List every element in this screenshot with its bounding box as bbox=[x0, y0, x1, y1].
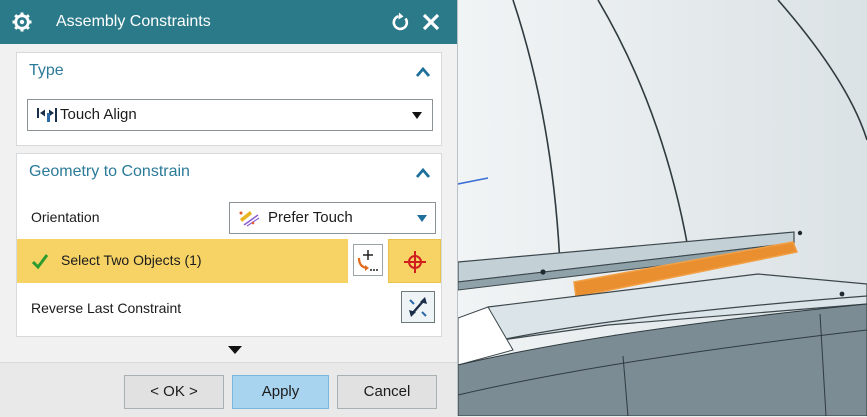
dialog-titlebar[interactable]: Assembly Constraints bbox=[0, 0, 457, 44]
select-objects-label: Select Two Objects (1) bbox=[61, 252, 202, 268]
check-icon bbox=[31, 254, 49, 269]
bolt-hole bbox=[839, 291, 845, 297]
type-selected-value: Touch Align bbox=[60, 106, 137, 123]
prefer-touch-icon bbox=[239, 211, 260, 227]
chevron-up-icon[interactable] bbox=[415, 65, 431, 79]
chevron-down-icon bbox=[417, 215, 427, 222]
dialog-title: Assembly Constraints bbox=[56, 13, 211, 30]
type-dropdown[interactable]: Touch Align bbox=[27, 99, 433, 131]
touch-align-icon bbox=[37, 108, 57, 122]
chevron-down-icon bbox=[412, 112, 422, 119]
geometry-group: Geometry to Constrain Orientation Prefer… bbox=[16, 153, 442, 337]
select-objects-row[interactable]: Select Two Objects (1) bbox=[17, 239, 441, 283]
add-object-button[interactable] bbox=[353, 244, 383, 276]
cancel-button[interactable]: Cancel bbox=[337, 375, 437, 409]
dialog-footer: < OK > Apply Cancel bbox=[0, 362, 457, 417]
reset-icon[interactable] bbox=[390, 11, 412, 33]
orientation-label: Orientation bbox=[31, 209, 100, 225]
reverse-constraint-button[interactable] bbox=[401, 291, 435, 323]
geometry-group-title: Geometry to Constrain bbox=[29, 163, 190, 180]
type-group-header[interactable]: Type bbox=[17, 53, 441, 91]
type-group-title: Type bbox=[29, 62, 64, 79]
add-object-icon bbox=[357, 250, 378, 271]
type-group: Type Touch Align bbox=[16, 52, 442, 146]
gear-icon bbox=[12, 12, 32, 32]
chevron-up-icon[interactable] bbox=[415, 166, 431, 180]
orientation-value: Prefer Touch bbox=[268, 209, 353, 226]
orientation-dropdown[interactable]: Prefer Touch bbox=[229, 202, 436, 234]
reverse-constraint-label: Reverse Last Constraint bbox=[31, 300, 182, 316]
reverse-constraint-row: Reverse Last Constraint bbox=[17, 291, 441, 327]
graphics-viewport[interactable] bbox=[458, 0, 867, 416]
crosshair-icon bbox=[404, 251, 426, 273]
bolt-hole bbox=[540, 269, 546, 275]
select-objects-highlight[interactable]: Select Two Objects (1) bbox=[17, 239, 348, 283]
more-options-arrow-icon[interactable] bbox=[228, 346, 242, 355]
reverse-icon bbox=[409, 297, 427, 317]
bolt-hole bbox=[797, 230, 803, 236]
ok-button[interactable]: < OK > bbox=[124, 375, 224, 409]
apply-button[interactable]: Apply bbox=[232, 375, 329, 409]
close-icon[interactable] bbox=[420, 11, 442, 33]
orientation-row: Orientation Prefer Touch bbox=[17, 200, 441, 236]
assembly-constraints-dialog: Assembly Constraints Type Touch Align Ge… bbox=[0, 0, 458, 417]
geometry-group-header[interactable]: Geometry to Constrain bbox=[17, 154, 441, 192]
select-object-button[interactable] bbox=[388, 239, 441, 283]
